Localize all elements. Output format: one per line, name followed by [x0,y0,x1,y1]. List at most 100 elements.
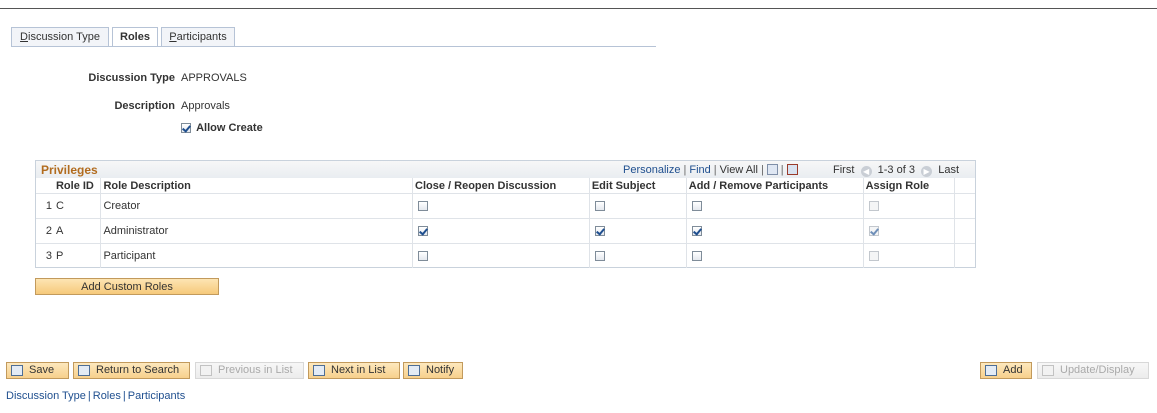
table-row: 1 C Creator [36,193,975,219]
save-button[interactable]: Save [6,362,69,379]
personalize-link[interactable]: Personalize [623,164,680,176]
next-arrow-icon[interactable]: ▶ [921,166,933,177]
column-header: Role ID [53,178,101,194]
allow-create-checkbox[interactable] [181,123,191,134]
role-id-cell: P [53,243,101,268]
add-custom-roles-button[interactable]: Add Custom Roles [35,278,219,295]
update-display-icon [1042,365,1054,376]
spacer-cell [954,193,975,219]
footer-links: Discussion Type | Roles | Participants [6,390,186,402]
column-header: Edit Subject [588,178,687,194]
tab-participants[interactable]: Participants [161,27,235,46]
previous-list-icon [200,365,212,376]
assign-role-cell [862,218,955,244]
grid-toolbar: Personalize | Find | View All | | [623,164,798,176]
edit-subject-cell [588,243,687,268]
privileges-table: Role ID Role Description Close / Reopen … [36,178,975,268]
add-remove-participants-checkbox[interactable] [691,201,702,212]
previous-in-list-button: Previous in List [195,362,304,379]
add-label: Add [1003,364,1023,376]
top-divider [0,8,1157,9]
close-reopen-checkbox[interactable] [418,201,429,212]
add-remove-cell [685,193,864,219]
tab-roles-label: Roles [120,31,150,43]
table-header-row: Role ID Role Description Close / Reopen … [36,178,975,194]
next-list-icon [313,365,325,376]
save-icon [11,365,23,376]
table-row: 2 A Administrator [36,218,975,244]
close-reopen-cell [412,243,590,268]
allow-create-label: Allow Create [196,122,263,134]
grid-title: Privileges [41,163,98,177]
next-in-list-label: Next in List [331,364,386,376]
grid-header-bar: Privileges Personalize | Find | View All | | F… [36,161,975,178]
update-display-label: Update/Display [1060,364,1135,376]
column-header: Close / Reopen Discussion [412,178,590,194]
next-in-list-button[interactable]: Next in List [308,362,400,379]
add-remove-cell [685,243,864,268]
edit-subject-cell [588,218,687,244]
role-id-cell: A [53,218,101,244]
first-label: First [833,164,855,176]
edit-subject-cell [588,193,687,219]
description-value: Approvals [181,100,230,112]
tab-accel-d: D [20,31,28,43]
update-display-button: Update/Display [1037,362,1149,379]
privileges-grid: Privileges Personalize | Find | View All | | F… [35,160,976,268]
description-label: Description [114,100,175,112]
add-remove-participants-checkbox[interactable] [691,226,702,237]
close-reopen-cell [412,193,590,219]
search-icon [78,365,90,376]
spacer-cell [954,218,975,244]
row-number-header [36,178,54,194]
tab-roles[interactable]: Roles [112,27,158,47]
return-to-search-button[interactable]: Return to Search [73,362,190,379]
grid-pager: First ◀ 1-3 of 3 ▶ Last [833,164,959,177]
column-header: Assign Role [862,178,955,194]
add-button[interactable]: Add [980,362,1032,379]
previous-in-list-label: Previous in List [218,364,293,376]
view-all-link[interactable]: View All [720,164,758,176]
notify-button[interactable]: Notify [403,362,463,379]
notify-label: Notify [426,364,455,376]
row-number: 2 [36,218,54,244]
allow-create-row: Allow Create [181,122,263,134]
edit-subject-checkbox[interactable] [594,226,605,237]
role-id-cell: C [53,193,101,219]
add-remove-participants-checkbox[interactable] [691,251,702,262]
edit-subject-checkbox[interactable] [594,201,605,212]
tab-label-rest: iscussion Type [28,31,100,43]
role-description-cell: Administrator [100,218,413,244]
add-remove-cell [685,218,864,244]
row-number: 3 [36,243,54,268]
column-header: Role Description [100,178,413,194]
save-label: Save [29,364,55,376]
footer-link-discussion-type[interactable]: Discussion Type [6,390,86,402]
row-number: 1 [36,193,54,219]
tab-underline [11,46,656,47]
last-label: Last [938,164,959,176]
role-description-cell: Creator [100,193,413,219]
previous-arrow-icon[interactable]: ◀ [860,166,872,177]
discussion-type-label: Discussion Type [88,72,175,84]
assign-role-checkbox [868,251,879,262]
column-header: Add / Remove Participants [685,178,864,194]
add-icon [985,365,997,376]
role-description-cell: Participant [100,243,413,268]
tab-discussion-type[interactable]: Discussion Type [11,27,109,46]
find-link[interactable]: Find [689,164,710,176]
edit-subject-checkbox[interactable] [594,251,605,262]
spacer-header [954,178,975,194]
close-reopen-checkbox[interactable] [418,226,429,237]
return-to-search-label: Return to Search [96,364,180,376]
download-excel-icon[interactable] [786,164,798,175]
row-range: 1-3 of 3 [877,164,915,176]
assign-role-cell [862,243,955,268]
footer-link-roles[interactable]: Roles [93,390,121,402]
zoom-grid-icon[interactable] [766,164,778,175]
assign-role-checkbox [868,226,879,237]
notify-icon [408,365,420,376]
close-reopen-checkbox[interactable] [418,251,429,262]
footer-link-participants[interactable]: Participants [128,390,185,402]
discussion-type-value: APPROVALS [181,72,247,84]
